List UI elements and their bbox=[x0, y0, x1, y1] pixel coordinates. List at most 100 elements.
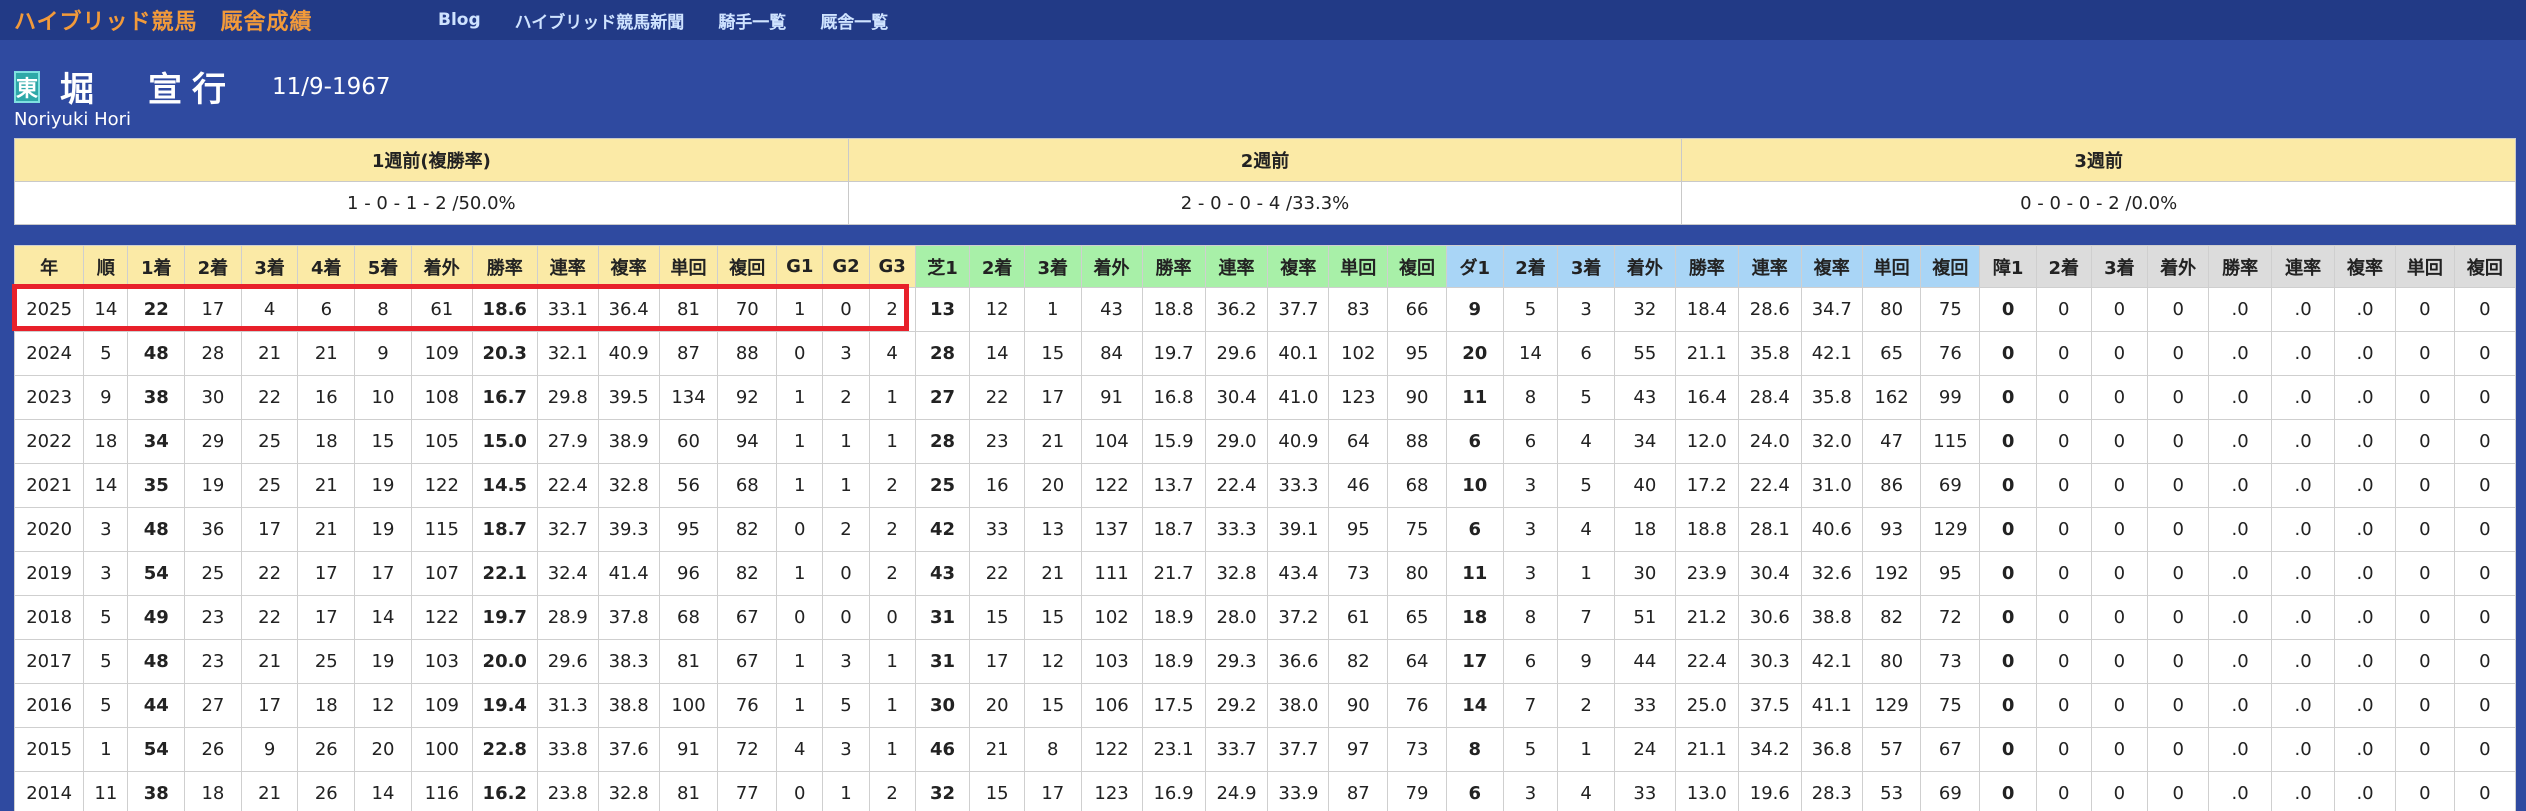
stats-column-header[interactable]: 2着 bbox=[2035, 245, 2092, 288]
stats-cell: .0 bbox=[2208, 287, 2273, 332]
stats-cell: 1 bbox=[868, 727, 916, 772]
stats-cell: 8 bbox=[354, 287, 412, 332]
stats-cell: 122 bbox=[410, 463, 473, 508]
stats-column-header[interactable]: 複率 bbox=[597, 245, 660, 288]
stats-cell: 14 bbox=[354, 595, 412, 640]
stats-column-header[interactable]: 年 bbox=[13, 245, 85, 288]
stats-cell: .0 bbox=[2334, 463, 2396, 508]
stats-column-header[interactable]: G1 bbox=[776, 245, 824, 288]
stats-cell: 0 bbox=[2147, 375, 2210, 420]
stats-cell: 18.8 bbox=[1141, 287, 1206, 332]
stats-cell: 21 bbox=[297, 331, 356, 376]
stats-column-header[interactable]: 障1 bbox=[1979, 245, 2037, 288]
stats-cell: 35.8 bbox=[1737, 331, 1802, 376]
stats-column-header[interactable]: 単回 bbox=[2395, 245, 2455, 288]
stats-column-header[interactable]: 順 bbox=[83, 245, 129, 288]
stats-column-header[interactable]: 連率 bbox=[1204, 245, 1269, 288]
stats-column-header[interactable]: 複回 bbox=[1387, 245, 1447, 288]
stats-column-header[interactable]: 1着 bbox=[127, 245, 186, 288]
jockey-romaji-name: Noriyuki Hori bbox=[14, 109, 132, 130]
stats-cell: 31.0 bbox=[1800, 463, 1863, 508]
stats-column-header[interactable]: 3着 bbox=[240, 245, 299, 288]
stats-column-header[interactable]: 単回 bbox=[1328, 245, 1389, 288]
stats-column-header[interactable]: 複回 bbox=[717, 245, 778, 288]
stats-cell: 73 bbox=[1920, 639, 1981, 684]
stats-header-row: 年順 1着 2着 3着 4着 5着 着外 勝率 連率 複率 単回 複回 G1 G2 G3 芝1 2着 3着 着外 勝率… bbox=[13, 245, 2517, 288]
stats-column-header[interactable]: 3着 bbox=[1023, 245, 1082, 288]
nav-link-jockey-list[interactable]: 騎手一覧 bbox=[718, 8, 786, 33]
stats-column-header[interactable]: 複率 bbox=[2334, 245, 2396, 288]
stats-column-header[interactable]: ダ1 bbox=[1445, 245, 1504, 288]
stats-cell: 26 bbox=[297, 727, 356, 772]
stats-column-header[interactable]: 連率 bbox=[1737, 245, 1802, 288]
stats-column-header[interactable]: 芝1 bbox=[914, 245, 971, 288]
stats-column-header[interactable]: 勝率 bbox=[2208, 245, 2273, 288]
stats-cell: 6 bbox=[1502, 639, 1559, 684]
stats-column-header[interactable]: G2 bbox=[822, 245, 870, 288]
stats-column-header[interactable]: 単回 bbox=[1861, 245, 1922, 288]
stats-cell: 33.7 bbox=[1204, 727, 1269, 772]
stats-column-header[interactable]: 4着 bbox=[297, 245, 356, 288]
stats-cell: 162 bbox=[1861, 375, 1922, 420]
stats-column-header[interactable]: 2着 bbox=[184, 245, 242, 288]
stats-cell: 12.0 bbox=[1674, 419, 1739, 464]
stats-cell: 0 bbox=[2090, 683, 2149, 728]
stats-cell: 21.7 bbox=[1141, 551, 1206, 596]
stats-cell: 81 bbox=[658, 287, 719, 332]
stats-cell: 0 bbox=[822, 287, 870, 332]
stats-cell: 5 bbox=[1557, 463, 1615, 508]
stats-cell: 33.1 bbox=[536, 287, 599, 332]
stats-column-header[interactable]: 連率 bbox=[2271, 245, 2336, 288]
stats-cell: 0 bbox=[2395, 771, 2455, 811]
stats-column-header[interactable]: 着外 bbox=[1613, 245, 1676, 288]
stats-column-header[interactable]: 着外 bbox=[1080, 245, 1143, 288]
stats-cell: 48 bbox=[127, 331, 186, 376]
stats-cell: 43 bbox=[1613, 375, 1676, 420]
site-brand[interactable]: ハイブリッド競馬 厩舎成績 bbox=[14, 4, 313, 36]
stats-column-header[interactable]: 2着 bbox=[969, 245, 1025, 288]
stats-cell: 73 bbox=[1387, 727, 1447, 772]
stats-column-header[interactable]: 3着 bbox=[2090, 245, 2149, 288]
stats-cell: 5 bbox=[822, 683, 870, 728]
stats-cell: 49 bbox=[127, 595, 186, 640]
stats-cell: 0 bbox=[2090, 639, 2149, 684]
stats-column-header[interactable]: 複回 bbox=[1920, 245, 1981, 288]
stats-cell: .0 bbox=[2271, 287, 2336, 332]
stats-column-header[interactable]: 5着 bbox=[354, 245, 412, 288]
stats-column-header[interactable]: 複率 bbox=[1800, 245, 1863, 288]
stats-column-header[interactable]: 着外 bbox=[410, 245, 473, 288]
stats-cell: 37.8 bbox=[597, 595, 660, 640]
stats-cell: 99 bbox=[1920, 375, 1981, 420]
stats-cell: 37.6 bbox=[597, 727, 660, 772]
stats-column-header[interactable]: G3 bbox=[868, 245, 916, 288]
stats-cell: 0 bbox=[776, 331, 824, 376]
stats-column-header[interactable]: 単回 bbox=[658, 245, 719, 288]
stats-cell: 3 bbox=[1502, 551, 1559, 596]
nav-link-newspaper[interactable]: ハイブリッド競馬新聞 bbox=[515, 8, 685, 33]
stats-cell: 35.8 bbox=[1800, 375, 1863, 420]
stats-column-header[interactable]: 着外 bbox=[2147, 245, 2210, 288]
stats-cell: 22.4 bbox=[536, 463, 599, 508]
stats-column-header[interactable]: 勝率 bbox=[1674, 245, 1739, 288]
stats-cell: 6 bbox=[1557, 331, 1615, 376]
weekly-results-table: 1週前(複勝率) 2週前 3週前 1 - 0 - 1 - 2 /50.0% 2 … bbox=[14, 138, 2516, 225]
stats-column-header[interactable]: 3着 bbox=[1557, 245, 1615, 288]
stats-cell: 32.0 bbox=[1800, 419, 1863, 464]
stats-column-header[interactable]: 連率 bbox=[536, 245, 599, 288]
stats-cell: .0 bbox=[2334, 507, 2396, 552]
stats-cell: 2 bbox=[868, 507, 916, 552]
stats-cell: 4 bbox=[1557, 507, 1615, 552]
stats-cell: 57 bbox=[1861, 727, 1922, 772]
stats-cell: 0 bbox=[2453, 683, 2517, 728]
stats-column-header[interactable]: 複回 bbox=[2453, 245, 2517, 288]
stats-column-header[interactable]: 2着 bbox=[1502, 245, 1559, 288]
nav-link-stable-list[interactable]: 厩舎一覧 bbox=[820, 8, 888, 33]
stats-column-header[interactable]: 勝率 bbox=[1141, 245, 1206, 288]
stats-column-header[interactable]: 複率 bbox=[1267, 245, 1330, 288]
stats-column-header[interactable]: 勝率 bbox=[471, 245, 538, 288]
stats-cell: 38.9 bbox=[597, 419, 660, 464]
stats-cell: 0 bbox=[1979, 551, 2037, 596]
stats-cell: 0 bbox=[2035, 727, 2092, 772]
nav-link-blog[interactable]: Blog bbox=[438, 10, 481, 30]
stats-cell: 41.4 bbox=[597, 551, 660, 596]
